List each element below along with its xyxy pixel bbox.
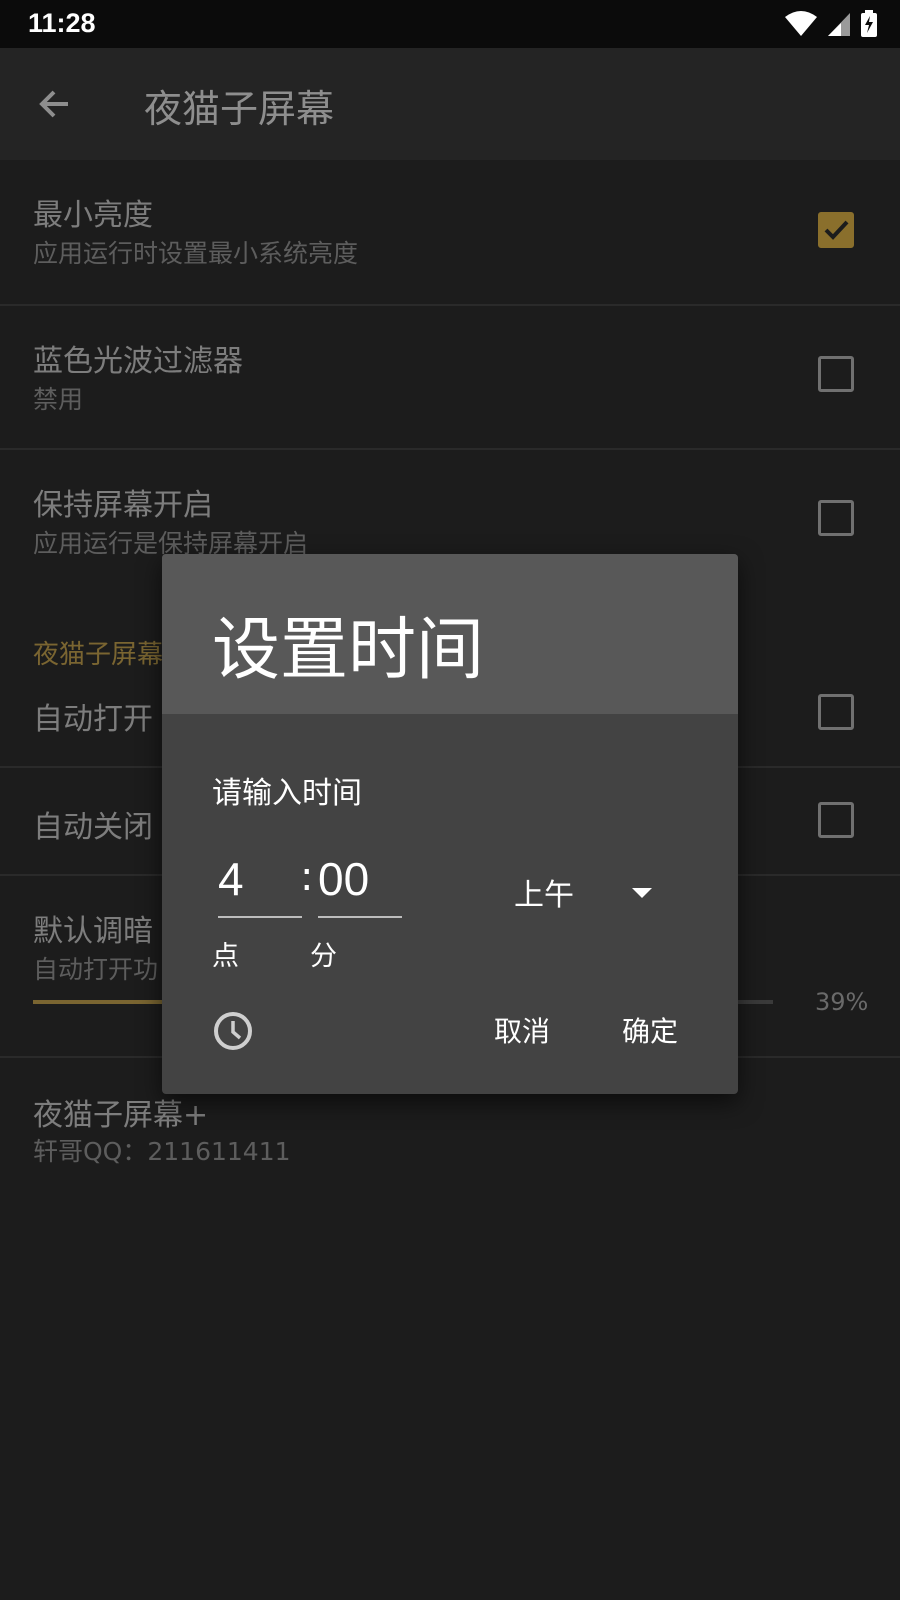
pref-title: 默认调暗	[33, 914, 153, 949]
pref-title: 自动打开	[33, 702, 153, 737]
pref-summary: 禁用	[33, 385, 84, 414]
set-time-dialog: 设置时间 请输入时间 4 : 00 点 分 上午 取消 确定	[162, 554, 738, 1094]
check-icon	[824, 220, 849, 240]
pref-title: 夜猫子屏幕+	[33, 1098, 209, 1133]
clock-icon[interactable]	[212, 1010, 254, 1052]
signal-icon	[828, 13, 850, 36]
time-separator: :	[300, 854, 314, 900]
min-brightness-checkbox[interactable]	[818, 212, 854, 248]
battery-icon	[861, 10, 877, 37]
blue-light-checkbox[interactable]	[818, 356, 854, 392]
status-bar: 11:28	[0, 0, 900, 48]
pref-summary: 自动打开功	[33, 955, 159, 984]
dialog-header: 设置时间	[162, 554, 738, 714]
auto-off-checkbox[interactable]	[818, 802, 854, 838]
status-time: 11:28	[28, 8, 96, 38]
ampm-value: 上午	[514, 878, 574, 913]
cancel-button[interactable]: 取消	[494, 1010, 550, 1050]
minute-label: 分	[310, 941, 337, 972]
hour-label: 点	[212, 941, 239, 972]
pref-title: 自动关闭	[33, 810, 153, 845]
dim-value: 39%	[815, 988, 869, 1016]
status-icons	[784, 10, 878, 38]
pref-title: 最小亮度	[33, 198, 153, 233]
keep-screen-on-checkbox[interactable]	[818, 500, 854, 536]
pref-title: 保持屏幕开启	[33, 488, 213, 523]
minute-value[interactable]: 00	[318, 852, 369, 906]
ampm-select[interactable]: 上午	[514, 870, 674, 918]
dialog-title: 设置时间	[212, 611, 485, 690]
pref-title: 蓝色光波过滤器	[33, 344, 243, 379]
ok-button[interactable]: 确定	[622, 1010, 678, 1050]
pref-min-brightness[interactable]: 最小亮度 应用运行时设置最小系统亮度	[0, 160, 900, 306]
back-arrow-icon[interactable]	[34, 84, 74, 124]
app-bar: 夜猫子屏幕	[0, 48, 900, 160]
auto-on-checkbox[interactable]	[818, 694, 854, 730]
wifi-icon	[785, 11, 817, 36]
pref-summary: 轩哥QQ：211611411	[33, 1137, 291, 1166]
app-title: 夜猫子屏幕	[144, 87, 335, 131]
dropdown-arrow-icon	[632, 888, 652, 898]
pref-blue-light-filter[interactable]: 蓝色光波过滤器 禁用	[0, 306, 900, 450]
hour-value[interactable]: 4	[218, 852, 244, 906]
pref-summary: 应用运行时设置最小系统亮度	[33, 239, 359, 268]
dialog-prompt: 请输入时间	[212, 776, 362, 811]
